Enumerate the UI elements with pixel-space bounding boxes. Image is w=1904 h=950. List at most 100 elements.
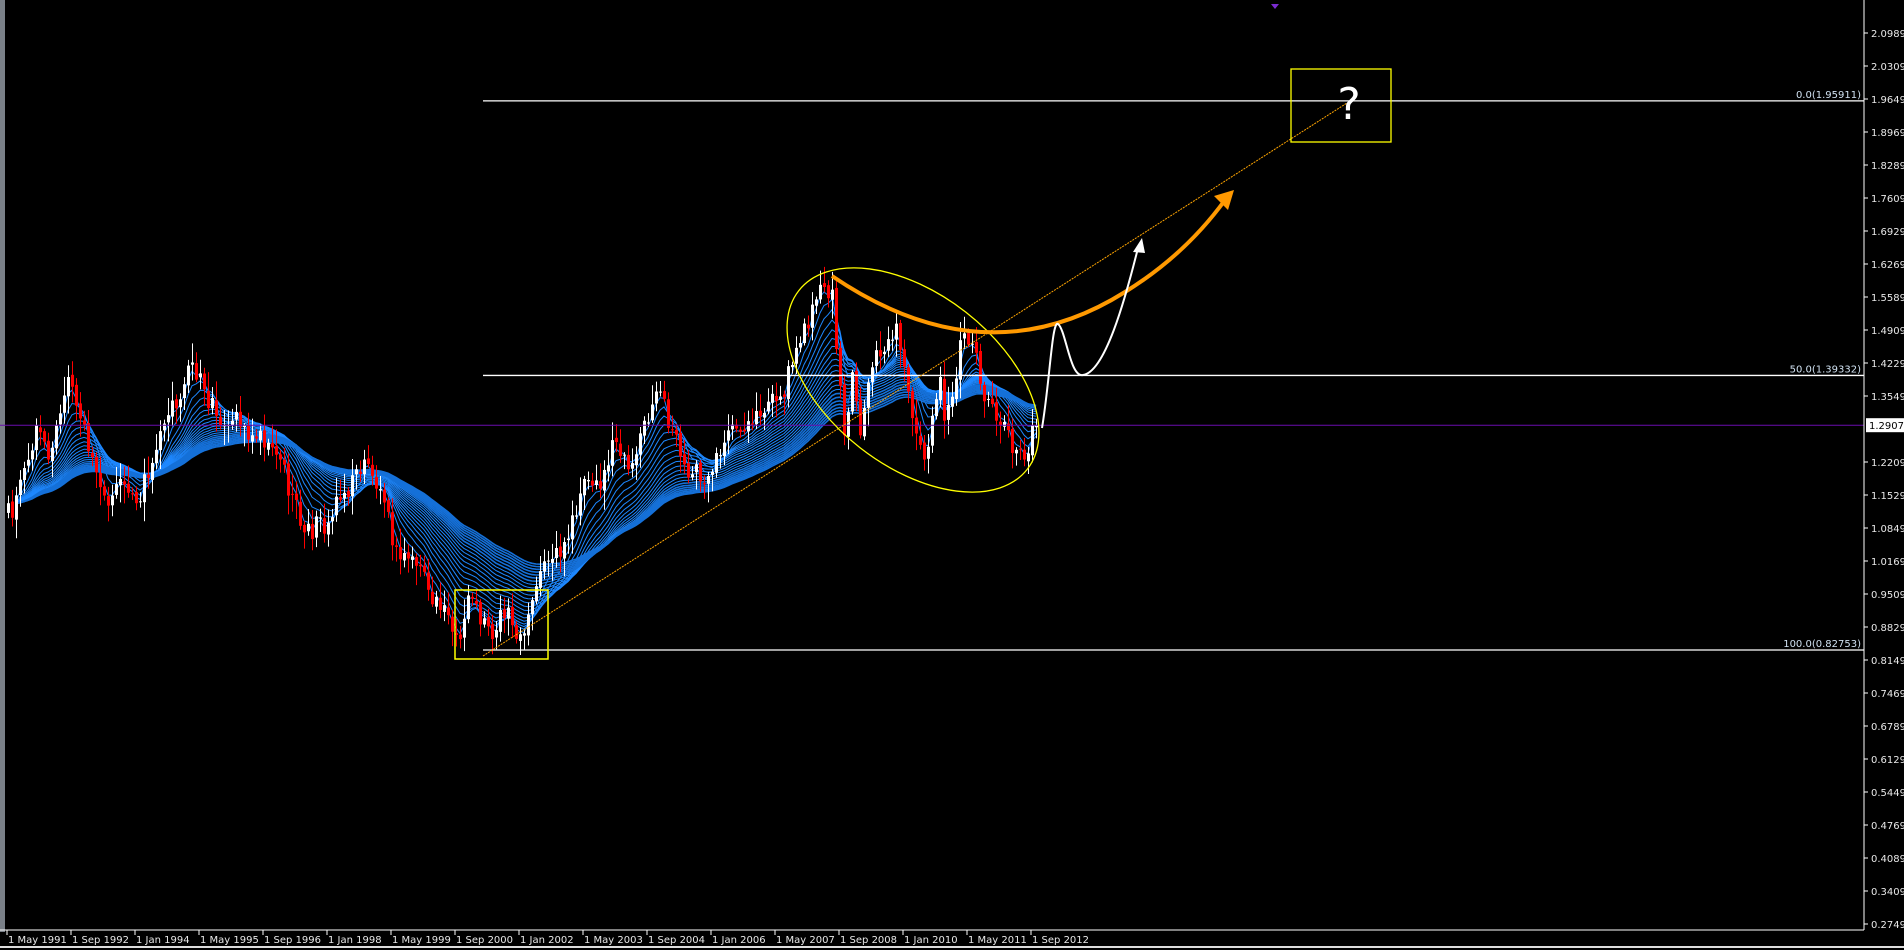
candle-body xyxy=(331,517,334,522)
candle-body xyxy=(471,596,474,599)
candle-body xyxy=(559,546,562,557)
y-tick-label: 2.09890 xyxy=(1871,29,1904,40)
price-chart[interactable]: 0.0(1.95911) 50.0(1.39332) 100.0(0.82753)?… xyxy=(0,0,1904,950)
candle-body xyxy=(83,420,86,425)
candle-body xyxy=(335,496,338,516)
candle-body xyxy=(263,430,266,448)
candle-body xyxy=(75,384,78,406)
candle-body xyxy=(155,449,158,464)
candle-body xyxy=(635,454,638,466)
candle-body xyxy=(311,523,314,540)
y-tick-label: 0.40890 xyxy=(1871,854,1904,865)
candle-body xyxy=(575,515,578,517)
candle-body xyxy=(55,425,58,449)
candle-body xyxy=(19,479,22,496)
candle-body xyxy=(347,490,350,497)
candle-body xyxy=(911,391,914,419)
candle-body xyxy=(159,431,162,451)
candle-body xyxy=(195,363,198,380)
candle-body xyxy=(131,493,134,495)
candle-body xyxy=(967,332,970,345)
candle-body xyxy=(287,463,290,496)
candle-body xyxy=(711,471,714,475)
candle-body xyxy=(771,393,774,403)
candle-body xyxy=(219,416,222,426)
candle-body xyxy=(859,399,862,436)
candle-body xyxy=(327,522,330,535)
fib-level-label: 0.0(1.95911) xyxy=(1796,90,1861,101)
candle-body xyxy=(691,474,694,478)
candle-body xyxy=(459,634,462,640)
candle-body xyxy=(719,455,722,457)
candle-body xyxy=(611,440,614,466)
candle-body xyxy=(291,493,294,495)
candle-body xyxy=(663,391,666,399)
candle-body xyxy=(247,424,250,440)
candle-body xyxy=(671,429,674,431)
candle-body xyxy=(319,517,322,519)
candle-body xyxy=(623,454,626,456)
candle-body xyxy=(1003,421,1006,427)
candle-body xyxy=(39,427,42,433)
candle-body xyxy=(763,412,766,418)
candle-body xyxy=(271,443,274,448)
candle-body xyxy=(935,399,938,417)
candle-body xyxy=(239,411,242,427)
candle-body xyxy=(15,495,18,520)
candle-body xyxy=(179,399,182,408)
candle-body xyxy=(959,340,962,380)
candle-body xyxy=(47,440,50,460)
candle-body xyxy=(87,423,90,452)
candle-body xyxy=(151,462,154,480)
candle-body xyxy=(779,396,782,400)
candle-body xyxy=(595,480,598,486)
y-tick-label: 1.82890 xyxy=(1871,161,1904,172)
candle-body xyxy=(119,478,122,486)
candle-body xyxy=(355,469,358,475)
candle-body xyxy=(795,347,798,364)
y-tick-label: 0.67890 xyxy=(1871,722,1904,733)
candle-body xyxy=(659,391,662,393)
candle-body xyxy=(983,385,986,402)
candle-body xyxy=(543,561,546,572)
x-tick-label: 1 May 1991 xyxy=(8,935,67,946)
candle-body xyxy=(111,495,114,506)
candle-body xyxy=(975,341,978,353)
candle-body xyxy=(399,547,402,560)
candle-body xyxy=(531,600,534,615)
candle-body xyxy=(923,442,926,460)
candle-body xyxy=(851,372,854,412)
candle-body xyxy=(839,347,842,386)
candle-body xyxy=(31,450,34,460)
candle-body xyxy=(1031,425,1034,456)
candle-body xyxy=(383,489,386,503)
left-window-border xyxy=(0,0,5,932)
y-tick-label: 0.88290 xyxy=(1871,623,1904,634)
candle-body xyxy=(819,284,822,300)
candle-body xyxy=(147,474,150,478)
candle-body xyxy=(995,402,998,421)
candle-body xyxy=(135,491,138,504)
x-tick-label: 1 May 2011 xyxy=(968,935,1027,946)
y-tick-label: 0.47690 xyxy=(1871,821,1904,832)
candle-body xyxy=(583,478,586,496)
candle-body xyxy=(547,560,550,562)
y-tick-label: 0.61290 xyxy=(1871,755,1904,766)
candle-body xyxy=(411,556,414,560)
candle-body xyxy=(283,459,286,465)
x-tick-label: 1 Sep 1996 xyxy=(264,935,321,946)
candle-body xyxy=(203,373,206,390)
candle-body xyxy=(835,287,838,349)
fib-level-label: 100.0(0.82753) xyxy=(1783,639,1861,650)
candle-body xyxy=(407,552,410,559)
candle-body xyxy=(183,384,186,399)
candle-body xyxy=(843,384,846,436)
question-mark: ? xyxy=(1337,79,1360,130)
candle-body xyxy=(387,500,390,512)
candle-body xyxy=(523,633,526,636)
candle-body xyxy=(475,600,478,604)
candle-body xyxy=(655,391,658,404)
candle-body xyxy=(791,364,794,368)
candle-body xyxy=(71,374,74,387)
candle-body xyxy=(787,366,790,399)
